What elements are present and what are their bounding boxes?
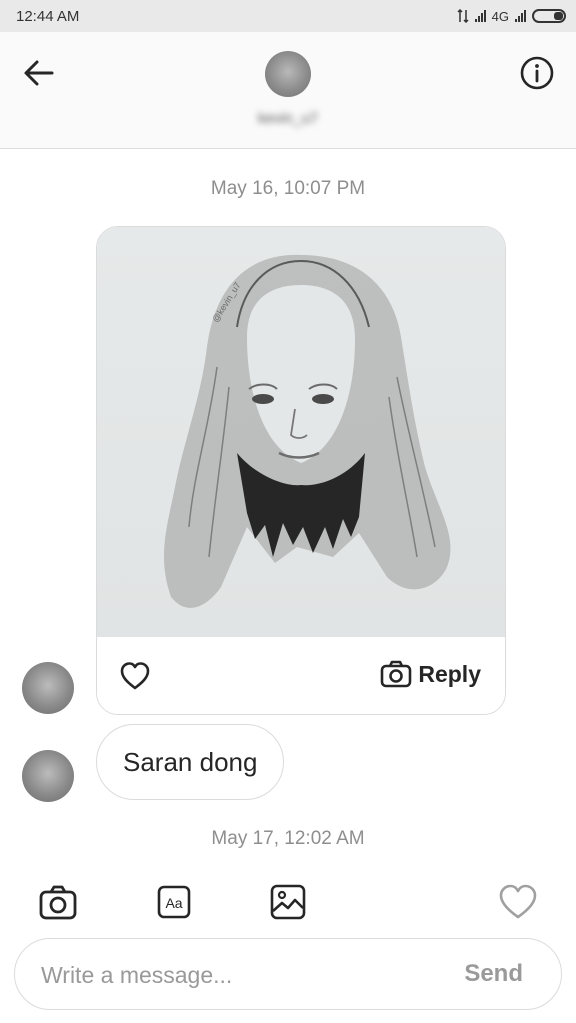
gallery-icon [270,884,306,920]
signal-icon-2 [515,10,526,22]
header-avatar[interactable] [265,51,311,97]
network-type: 4G [491,8,509,24]
reply-label: Reply [418,660,481,687]
post-image[interactable]: @kevin_u7 [97,227,505,637]
text-style-icon: Aa [157,885,191,919]
message-composer: Send [14,938,562,1010]
send-button[interactable]: Send [464,960,523,988]
post-actions-bar: Reply [97,637,505,714]
timestamp: May 16, 10:07 PM [210,178,366,199]
shared-post-card[interactable]: @kevin_u7 Reply [96,226,506,715]
camera-icon [39,885,77,920]
battery-icon [532,9,566,23]
back-button[interactable] [20,56,58,90]
timestamp: May 17, 12:02 AM [211,828,365,849]
gallery-button[interactable] [268,883,308,921]
camera-button[interactable] [38,883,78,921]
message-bubble[interactable]: Saran dong [96,724,285,800]
like-button[interactable] [119,661,151,691]
camera-icon [381,660,412,688]
svg-text:Aa: Aa [165,895,182,911]
reply-button[interactable]: Reply [380,660,481,688]
signal-icon [474,10,486,22]
status-icons: 4G [457,9,566,24]
text-style-button[interactable]: Aa [154,883,194,921]
portrait-drawing: @kevin_u7 [163,254,451,608]
sender-avatar[interactable] [22,750,74,802]
heart-icon [499,884,537,919]
info-icon [520,56,554,90]
message-input[interactable] [39,957,443,993]
sender-avatar[interactable] [22,662,74,714]
heart-icon [120,662,150,690]
status-bar: 12:44 AM 4G [0,0,576,32]
status-time: 12:44 AM [16,7,80,25]
data-transfer-icon [457,9,469,23]
conversation-header: kevin_u7 [0,32,576,149]
info-button[interactable] [518,54,556,92]
back-arrow-icon [24,60,54,86]
heart-button[interactable] [498,883,538,921]
header-username[interactable]: kevin_u7 [0,110,576,127]
